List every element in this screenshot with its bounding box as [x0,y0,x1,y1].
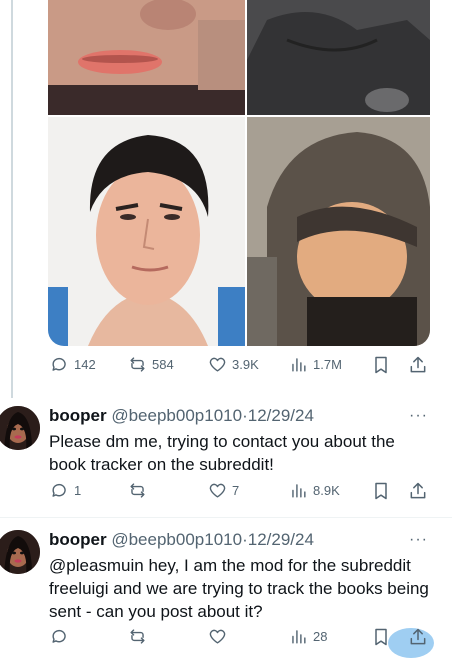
bookmark-button[interactable] [371,481,391,501]
bookmark-icon [375,482,387,500]
thread-line [11,0,13,398]
like-icon [209,357,226,372]
like-button[interactable] [208,627,232,646]
reply-icon [52,483,66,497]
reply-count: 142 [74,357,96,372]
photo-image [48,117,245,346]
share-button[interactable] [408,627,428,647]
avatar[interactable] [0,530,40,574]
timestamp[interactable]: 12/29/24 [248,406,314,425]
more-icon[interactable]: ··· [409,408,428,424]
views-icon [292,358,306,372]
views-button[interactable]: 1.7M [289,355,342,374]
photo-bottom-right[interactable] [247,117,430,346]
reply-header: booper @beepb00p1010·12/29/24 [49,406,314,426]
views-icon [292,484,306,498]
views-count: 8.9K [313,483,340,498]
views-button[interactable]: 8.9K [289,481,340,500]
repost-icon [130,357,145,372]
reply-button[interactable] [50,627,74,646]
photo-image [247,117,430,346]
reply-text: Please dm me, trying to contact you abou… [49,432,395,474]
photo-top-right[interactable] [247,0,430,115]
like-button[interactable]: 7 [208,481,239,500]
reply-tweet[interactable]: booper @beepb00p1010·12/29/24 ··· @pleas… [0,530,452,630]
repost-icon [130,629,145,644]
photo-image [247,0,430,115]
reply-button[interactable]: 142 [50,355,96,374]
share-button[interactable] [408,355,428,375]
like-button[interactable]: 3.9K [208,355,259,374]
bookmark-button[interactable] [371,627,391,647]
reply-action-bar: 28 [48,627,433,651]
user-handle[interactable]: @beepb00p1010 [111,530,242,549]
share-icon [410,482,426,499]
avatar[interactable] [0,406,40,450]
display-name[interactable]: booper [49,406,107,425]
reply-icon [52,629,66,643]
views-button[interactable]: 28 [289,627,327,646]
bookmark-icon [375,628,387,646]
reply-icon [52,357,66,371]
reply-button[interactable]: 1 [50,481,81,500]
avatar-image [0,530,40,574]
reply-count: 1 [74,483,82,498]
photo-top-left[interactable] [48,0,245,115]
timestamp[interactable]: 12/29/24 [248,530,314,549]
views-count: 28 [313,629,328,644]
like-icon [209,629,226,644]
display-name[interactable]: booper [49,530,107,549]
views-icon [292,630,306,644]
share-icon [410,356,426,373]
more-icon[interactable]: ··· [409,532,428,548]
views-count: 1.7M [313,357,342,372]
reply-header: booper @beepb00p1010·12/29/24 [49,530,314,550]
reply-action-bar: 1 7 8.9K [48,481,433,505]
reply-text: @pleasmuin hey, I am the mod for the sub… [49,556,429,621]
share-icon [410,628,426,645]
bookmark-button[interactable] [371,355,391,375]
photo-image [48,0,245,115]
repost-button[interactable] [128,627,152,646]
bookmark-icon [375,356,387,374]
tweet-action-bar: 142 584 3.9K 1.7M [48,355,433,379]
divider [0,517,452,518]
like-icon [209,483,226,498]
share-button[interactable] [408,481,428,501]
media-grid[interactable] [48,0,430,346]
like-count: 7 [232,483,240,498]
repost-button[interactable]: 584 [128,355,174,374]
photo-bottom-left[interactable] [48,117,245,346]
repost-count: 584 [152,357,174,372]
like-count: 3.9K [232,357,259,372]
user-handle[interactable]: @beepb00p1010 [111,406,242,425]
repost-button[interactable] [128,481,152,500]
repost-icon [130,483,145,498]
avatar-image [0,406,40,450]
